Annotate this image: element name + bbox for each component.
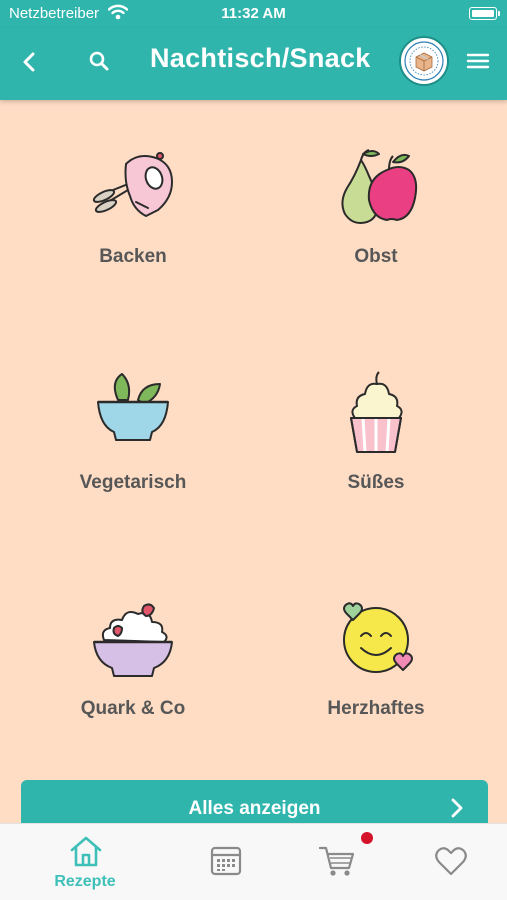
tab-cart[interactable] — [304, 824, 404, 900]
category-label: Herzhaftes — [327, 698, 425, 719]
chevron-right-icon — [451, 798, 463, 818]
search-icon[interactable] — [86, 48, 112, 74]
heart-icon — [435, 847, 467, 876]
category-herzhaftes[interactable]: Herzhaftes — [276, 596, 476, 766]
salad-bowl-icon — [97, 373, 169, 441]
battery-icon — [469, 7, 500, 20]
page-title: Nachtisch/Snack — [150, 43, 371, 73]
tab-calendar[interactable] — [175, 824, 275, 900]
cart-icon — [318, 846, 355, 876]
navigation-bar: Nachtisch/Snack — [0, 28, 507, 100]
tab-rezepte[interactable]: Rezepte — [35, 824, 135, 900]
category-label: Quark & Co — [80, 698, 186, 719]
cupcake-icon — [350, 371, 403, 453]
cart-badge — [361, 832, 373, 844]
category-vegetarisch[interactable]: Vegetarisch — [33, 370, 233, 540]
smiley-hearts-icon — [343, 602, 413, 673]
calendar-icon — [210, 846, 242, 876]
pear-apple-icon — [341, 149, 418, 224]
home-icon — [70, 836, 102, 867]
category-obst[interactable]: Obst — [276, 144, 476, 314]
quark-bowl-icon — [93, 603, 173, 677]
category-label: Obst — [354, 246, 398, 267]
category-label: Backen — [99, 246, 167, 267]
back-icon[interactable] — [16, 48, 44, 76]
tab-label: Rezepte — [54, 873, 116, 890]
brand-logo-icon[interactable] — [399, 36, 449, 86]
tab-favorites[interactable] — [400, 824, 500, 900]
category-label: Süßes — [347, 472, 405, 493]
hamburger-menu-icon[interactable] — [465, 50, 491, 72]
category-backen[interactable]: Backen — [33, 144, 233, 314]
tab-bar: Rezepte — [0, 823, 507, 900]
show-all-label: Alles anzeigen — [188, 798, 321, 819]
hand-mixer-icon — [92, 152, 173, 217]
status-time: 11:32 AM — [221, 5, 286, 22]
category-suesses[interactable]: Süßes — [276, 370, 476, 540]
category-quark-und-co[interactable]: Quark & Co — [33, 596, 233, 766]
category-grid: Backen Obst Vegetarisch Süßes Quark & Co… — [0, 100, 507, 780]
category-label: Vegetarisch — [79, 472, 187, 493]
status-bar: Netzbetreiber 11:32 AM — [0, 0, 507, 28]
